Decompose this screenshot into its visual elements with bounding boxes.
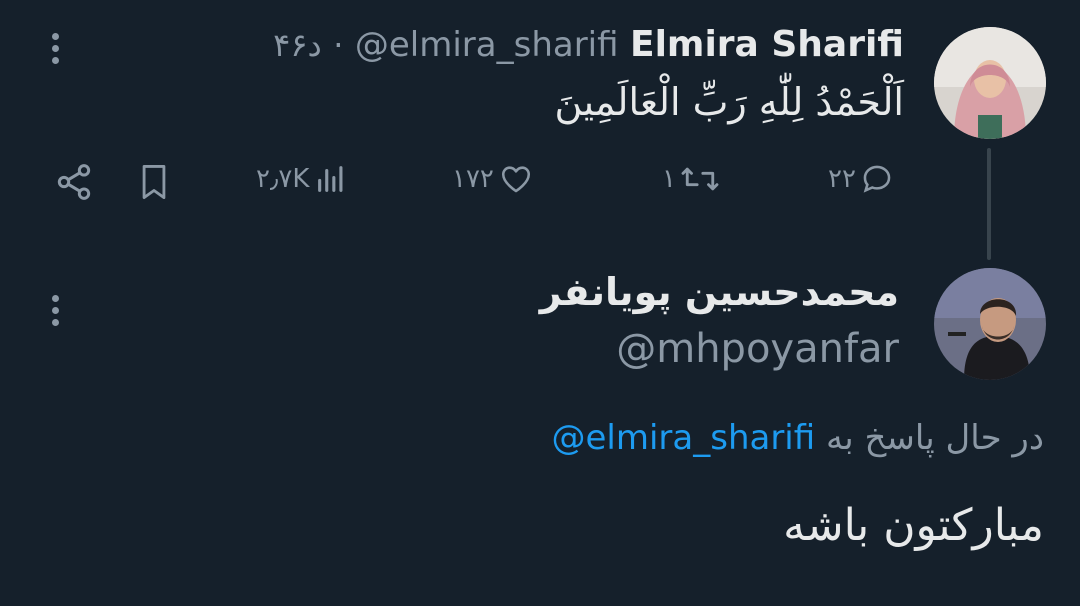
retweet-button[interactable]: ۱ (662, 162, 720, 196)
retweet-count: ۱ (662, 164, 676, 194)
replying-to: در حال پاسخ به @elmira_sharifi (551, 418, 1044, 458)
reply-author-handle[interactable]: @mhpoyanfar (616, 326, 899, 372)
reply-count: ۲۲ (828, 164, 856, 194)
tweet-author-name[interactable]: Elmira Sharifi (630, 24, 904, 65)
more-vertical-icon (52, 33, 62, 64)
bookmark-icon (142, 165, 166, 199)
like-button[interactable]: ۱۷۲ (452, 162, 534, 196)
tweet-header: ۴۶د · @elmira_sharifi Elmira Sharifi (273, 24, 904, 65)
tweet-time[interactable]: ۴۶د (273, 26, 322, 64)
like-icon (501, 166, 530, 193)
reply-icon (863, 165, 891, 193)
avatar-elmira-image (934, 27, 1046, 139)
thread-connector-line (987, 148, 991, 260)
reply-more-button[interactable] (52, 295, 62, 331)
avatar-elmira[interactable] (934, 27, 1046, 139)
reply-button[interactable]: ۲۲ (828, 162, 894, 196)
views-icon (318, 166, 343, 192)
like-count: ۱۷۲ (452, 164, 494, 194)
avatar-mhpoyanfar[interactable] (934, 268, 1046, 380)
views-count: ۲٫۷K (256, 164, 310, 194)
bookmark-button[interactable] (137, 162, 171, 206)
more-vertical-icon (52, 295, 62, 326)
replying-to-handle[interactable]: @elmira_sharifi (551, 418, 815, 458)
retweet-icon (681, 167, 719, 191)
views-button[interactable]: ۲٫۷K (256, 162, 349, 196)
avatar-mhpoyanfar-image (934, 268, 1046, 380)
reply-text: مبارکتون باشه (783, 500, 1044, 551)
share-button[interactable] (54, 162, 94, 206)
tweet-more-button[interactable] (52, 33, 62, 69)
share-icon (57, 164, 91, 200)
reply-author-name[interactable]: محمدحسین پویانفر (540, 270, 899, 314)
replying-to-label: در حال پاسخ به (825, 418, 1044, 458)
tweet-author-handle[interactable]: @elmira_sharifi (355, 25, 619, 65)
tweet-separator: · (333, 26, 344, 64)
tweet-text: اَلْحَمْدُ لِلّٰهِ رَبِّ الْعَالَمِينَ (554, 80, 904, 124)
